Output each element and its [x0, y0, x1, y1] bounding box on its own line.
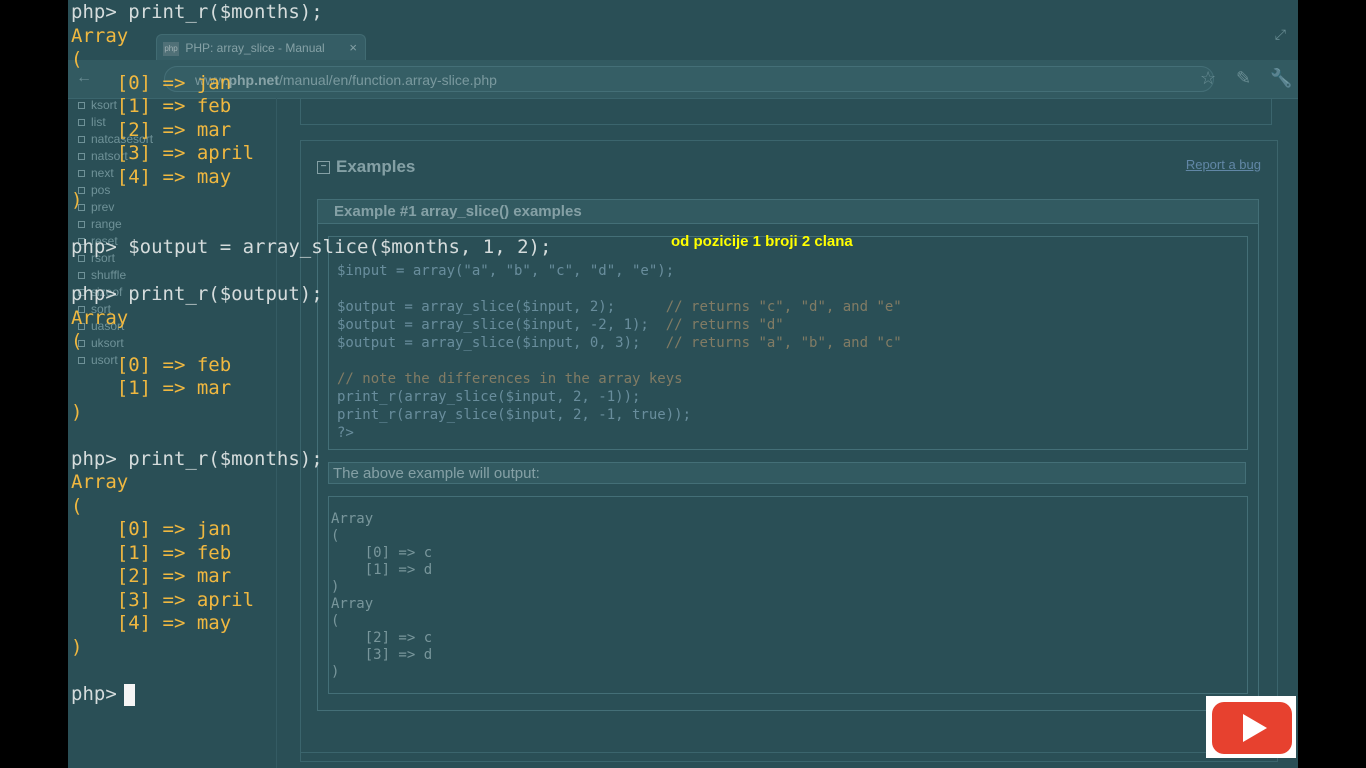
terminal-output-line: [2] => mar — [71, 565, 232, 587]
play-button[interactable] — [1206, 696, 1296, 758]
terminal-output-line: ( — [71, 494, 83, 517]
terminal-output-line: ( — [71, 330, 83, 352]
terminal-output-line: [0] => feb — [71, 353, 232, 376]
terminal-output-line: [1] => mar — [71, 377, 232, 399]
terminal-command-line: php> print_r($months); — [71, 1, 323, 23]
terminal-output-line: [4] => may — [71, 612, 232, 634]
terminal-output-line: [0] => jan — [71, 518, 232, 540]
terminal-output-line: ) — [71, 400, 83, 423]
terminal-output-line: [4] => may — [71, 165, 232, 188]
terminal-output-line: Array — [71, 471, 129, 493]
video-frame: php PHP: array_slice - Manual × ⤢ ← www.… — [68, 0, 1298, 768]
terminal-output-line: [1] => feb — [71, 95, 232, 117]
terminal-output-line: ( — [71, 48, 83, 70]
play-icon[interactable] — [1212, 702, 1292, 754]
terminal-output-line: [3] => april — [71, 142, 255, 164]
annotation-caption: od pozicije 1 broji 2 clana — [671, 233, 853, 250]
play-triangle — [1243, 714, 1267, 742]
php-interactive-terminal[interactable]: php> print_r($months); Array( [0] => jan … — [68, 0, 1298, 768]
terminal-command-line: php> $output = array_slice($months, 1, 2… — [71, 236, 552, 258]
terminal-output-line: ) — [71, 635, 83, 658]
terminal-output-line: [0] => jan — [71, 71, 232, 94]
terminal-output-line: [2] => mar — [71, 118, 232, 141]
terminal-command-line: php> print_r($output); — [71, 283, 323, 305]
terminal-command-line: php> print_r($months); — [71, 447, 323, 470]
terminal-command-line: php> — [71, 682, 129, 705]
terminal-cursor — [124, 684, 135, 706]
terminal-output-line: [3] => april — [71, 588, 255, 611]
terminal-output-line: ) — [71, 189, 83, 211]
terminal-output-line: Array — [71, 24, 129, 47]
terminal-output-line: [1] => feb — [71, 541, 232, 564]
terminal-output-line: Array — [71, 306, 129, 329]
